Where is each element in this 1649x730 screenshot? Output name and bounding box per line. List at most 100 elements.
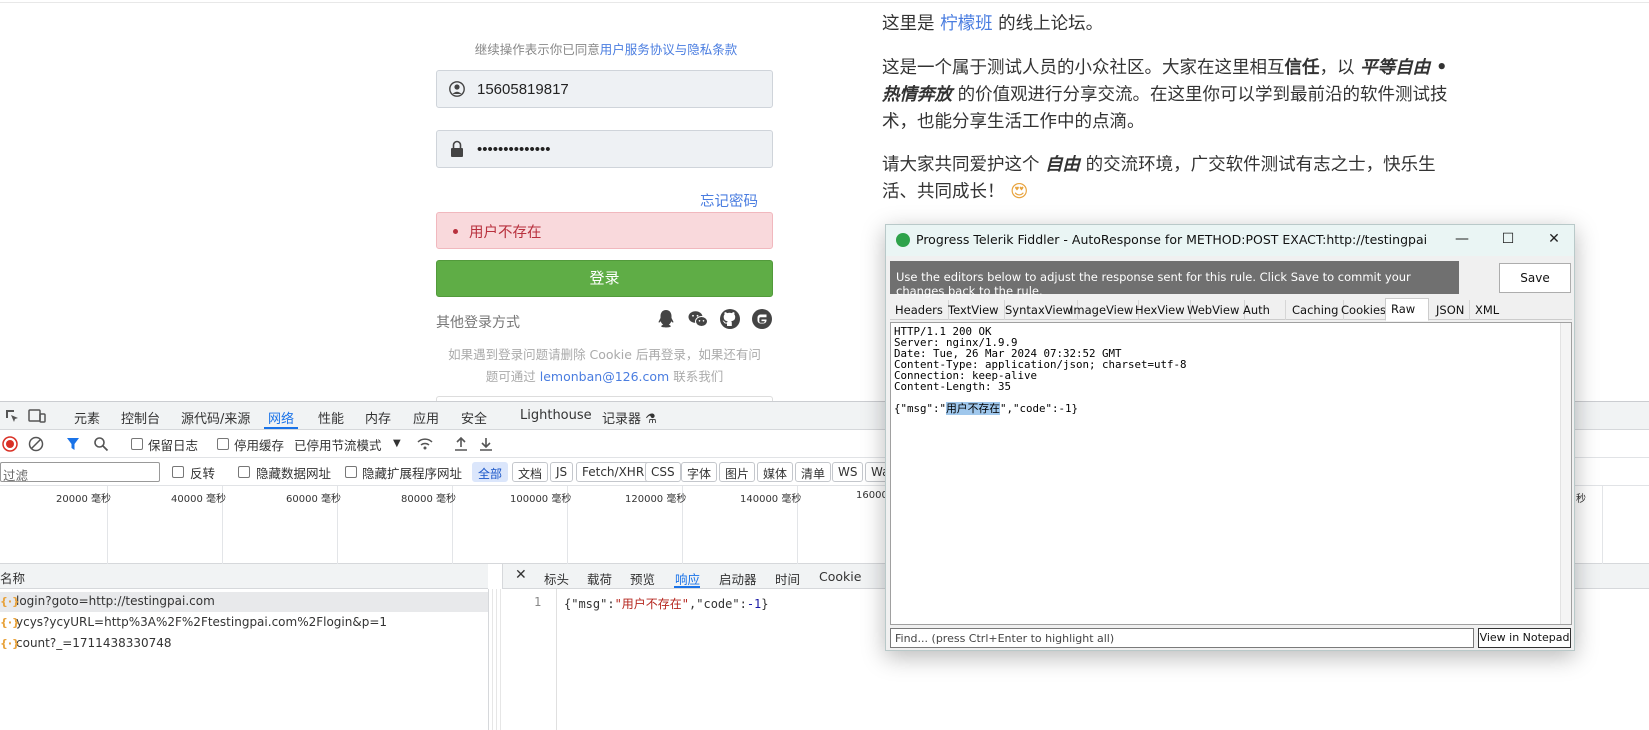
chip-font[interactable]: 字体 xyxy=(681,462,718,482)
inspector-tabs: Headers TextView SyntaxView ImageView He… xyxy=(890,298,1572,321)
tab-json[interactable]: JSON xyxy=(1431,300,1471,320)
wechat-icon[interactable] xyxy=(687,308,709,330)
tab-timing[interactable]: 时间 xyxy=(775,569,800,588)
hide-ext-urls-checkbox[interactable] xyxy=(345,466,357,478)
tab-sources[interactable]: 源代码/来源 xyxy=(181,408,250,427)
request-list-header[interactable]: 名称 xyxy=(0,564,488,589)
hide-data-urls-label: 隐藏数据网址 xyxy=(256,466,332,481)
tab-security[interactable]: 安全 xyxy=(461,408,487,427)
chip-all[interactable]: 全部 xyxy=(472,462,509,482)
active-tab-indicator xyxy=(264,427,298,429)
chip-media[interactable]: 媒体 xyxy=(757,462,794,482)
xhr-icon: {·} xyxy=(0,595,20,608)
find-input[interactable]: Find... (press Ctrl+Enter to highlight a… xyxy=(890,628,1474,648)
tab-textview[interactable]: TextView xyxy=(943,300,1005,320)
chevron-down-icon[interactable]: ▼ xyxy=(393,438,401,449)
device-toolbar-icon[interactable] xyxy=(28,408,46,424)
help-email-link[interactable]: lemonban@126.com xyxy=(540,369,669,384)
request-row[interactable]: {·} count?_=1711438330748 xyxy=(0,634,488,654)
throttle-select[interactable]: 已停用节流模式 xyxy=(294,435,382,454)
request-row[interactable]: {·} ycys?ycyURL=http%3A%2F%2Ftestingpai.c… xyxy=(0,613,488,633)
tab-performance[interactable]: 性能 xyxy=(318,408,344,427)
editor-scrollbar[interactable] xyxy=(1560,323,1571,624)
record-stop-icon[interactable] xyxy=(2,436,18,452)
close-icon[interactable]: ✕ xyxy=(515,567,527,583)
gitee-icon[interactable] xyxy=(751,308,773,330)
error-bullet xyxy=(453,229,458,234)
chip-css[interactable]: CSS xyxy=(645,462,681,482)
tab-webview[interactable]: WebView xyxy=(1182,300,1246,320)
phone-field[interactable] xyxy=(436,70,773,108)
tab-cookies[interactable]: Cookie xyxy=(819,569,861,584)
search-icon[interactable] xyxy=(93,436,109,452)
disable-cache-label: 停用缓存 xyxy=(234,438,285,453)
tab-console[interactable]: 控制台 xyxy=(121,408,160,427)
view-in-notepad-button[interactable]: View in Notepad xyxy=(1478,628,1571,648)
tick-label: 秒 xyxy=(1576,494,1586,505)
editor-instructions: Use the editors below to adjust the resp… xyxy=(890,261,1459,298)
line-number: 1 xyxy=(534,595,542,609)
name-column-header[interactable]: 名称 xyxy=(0,571,25,586)
inspect-element-icon[interactable] xyxy=(4,408,20,424)
agreement-note: 继续操作表示你已同意用户服务协议与隐私条款 xyxy=(474,42,738,57)
hide-ext-urls-label: 隐藏扩展程序网址 xyxy=(362,466,463,481)
invert-checkbox[interactable] xyxy=(172,466,184,478)
password-input[interactable] xyxy=(477,137,757,161)
forgot-password-link[interactable]: 忘记密码 xyxy=(700,190,758,211)
login-button[interactable]: 登录 xyxy=(436,260,773,297)
raw-response-text[interactable]: HTTP/1.1 200 OK Server: nginx/1.9.9 Date… xyxy=(894,326,1187,415)
tab-xml[interactable]: XML xyxy=(1470,300,1504,320)
error-alert: 用户不存在 xyxy=(436,212,773,249)
github-icon[interactable] xyxy=(719,308,741,330)
filter-icon[interactable] xyxy=(66,436,80,452)
minimize-icon[interactable]: — xyxy=(1451,231,1473,249)
chip-doc[interactable]: 文档 xyxy=(512,462,549,482)
tab-lighthouse[interactable]: Lighthouse xyxy=(520,408,592,423)
save-button[interactable]: Save xyxy=(1499,263,1571,293)
tab-payload[interactable]: 载荷 xyxy=(587,569,612,588)
tab-application[interactable]: 应用 xyxy=(413,408,439,427)
tab-memory[interactable]: 内存 xyxy=(365,408,391,427)
xhr-icon: {·} xyxy=(0,637,20,650)
network-conditions-icon[interactable] xyxy=(416,436,434,452)
tab-initiator[interactable]: 启动器 xyxy=(719,569,757,588)
tab-cookies[interactable]: Cookies xyxy=(1336,300,1393,320)
tick-label: 60000 毫秒 xyxy=(286,494,341,505)
tick-label: 120000 毫秒 xyxy=(625,494,687,505)
tab-preview[interactable]: 预览 xyxy=(630,569,655,588)
tick-label: 140000 毫秒 xyxy=(740,494,802,505)
tab-headers[interactable]: 标头 xyxy=(544,569,569,588)
chip-fetch-xhr[interactable]: Fetch/XHR xyxy=(576,462,651,482)
tab-recorder[interactable]: 记录器 ⚗ xyxy=(602,408,657,427)
tab-network[interactable]: 网络 xyxy=(268,408,294,427)
tab-auth[interactable]: Auth xyxy=(1238,300,1286,320)
request-row[interactable]: {·} login?goto=http://testingpai.com xyxy=(0,592,488,612)
chip-img[interactable]: 图片 xyxy=(719,462,756,482)
hide-data-urls-checkbox[interactable] xyxy=(238,466,250,478)
panel-splitter[interactable] xyxy=(488,589,502,730)
tab-elements[interactable]: 元素 xyxy=(74,408,100,427)
brand-link[interactable]: 柠檬班 xyxy=(940,14,993,34)
maximize-icon[interactable]: ☐ xyxy=(1497,231,1519,249)
clear-icon[interactable] xyxy=(28,436,44,452)
tab-raw[interactable]: Raw xyxy=(1385,298,1429,321)
preserve-log-checkbox[interactable] xyxy=(131,438,143,450)
password-field[interactable] xyxy=(436,130,773,168)
line-number-gutter: 1 xyxy=(502,589,557,730)
download-icon[interactable] xyxy=(479,436,493,452)
chip-js[interactable]: JS xyxy=(550,462,574,482)
intro-paragraph-2: 这是一个属于测试人员的小众社区。大家在这里相互信任，以 平等自由 • 热情奔放 的… xyxy=(882,58,1448,132)
filter-input[interactable]: 过滤 xyxy=(0,462,160,483)
agreement-link[interactable]: 用户服务协议与隐私条款 xyxy=(600,42,738,57)
qq-icon[interactable] xyxy=(655,308,677,330)
chip-ws[interactable]: WS xyxy=(832,462,864,482)
close-window-icon[interactable]: ✕ xyxy=(1543,231,1565,249)
raw-response-editor[interactable]: HTTP/1.1 200 OK Server: nginx/1.9.9 Date… xyxy=(890,322,1572,625)
phone-input[interactable] xyxy=(477,77,757,101)
tab-imageview[interactable]: ImageView xyxy=(1065,300,1140,320)
upload-icon[interactable] xyxy=(454,436,468,452)
heart-eyes-emoji: 😍 xyxy=(1010,182,1029,202)
disable-cache-checkbox[interactable] xyxy=(217,438,229,450)
tab-headers[interactable]: Headers xyxy=(890,300,949,320)
chip-manifest[interactable]: 清单 xyxy=(795,462,832,482)
